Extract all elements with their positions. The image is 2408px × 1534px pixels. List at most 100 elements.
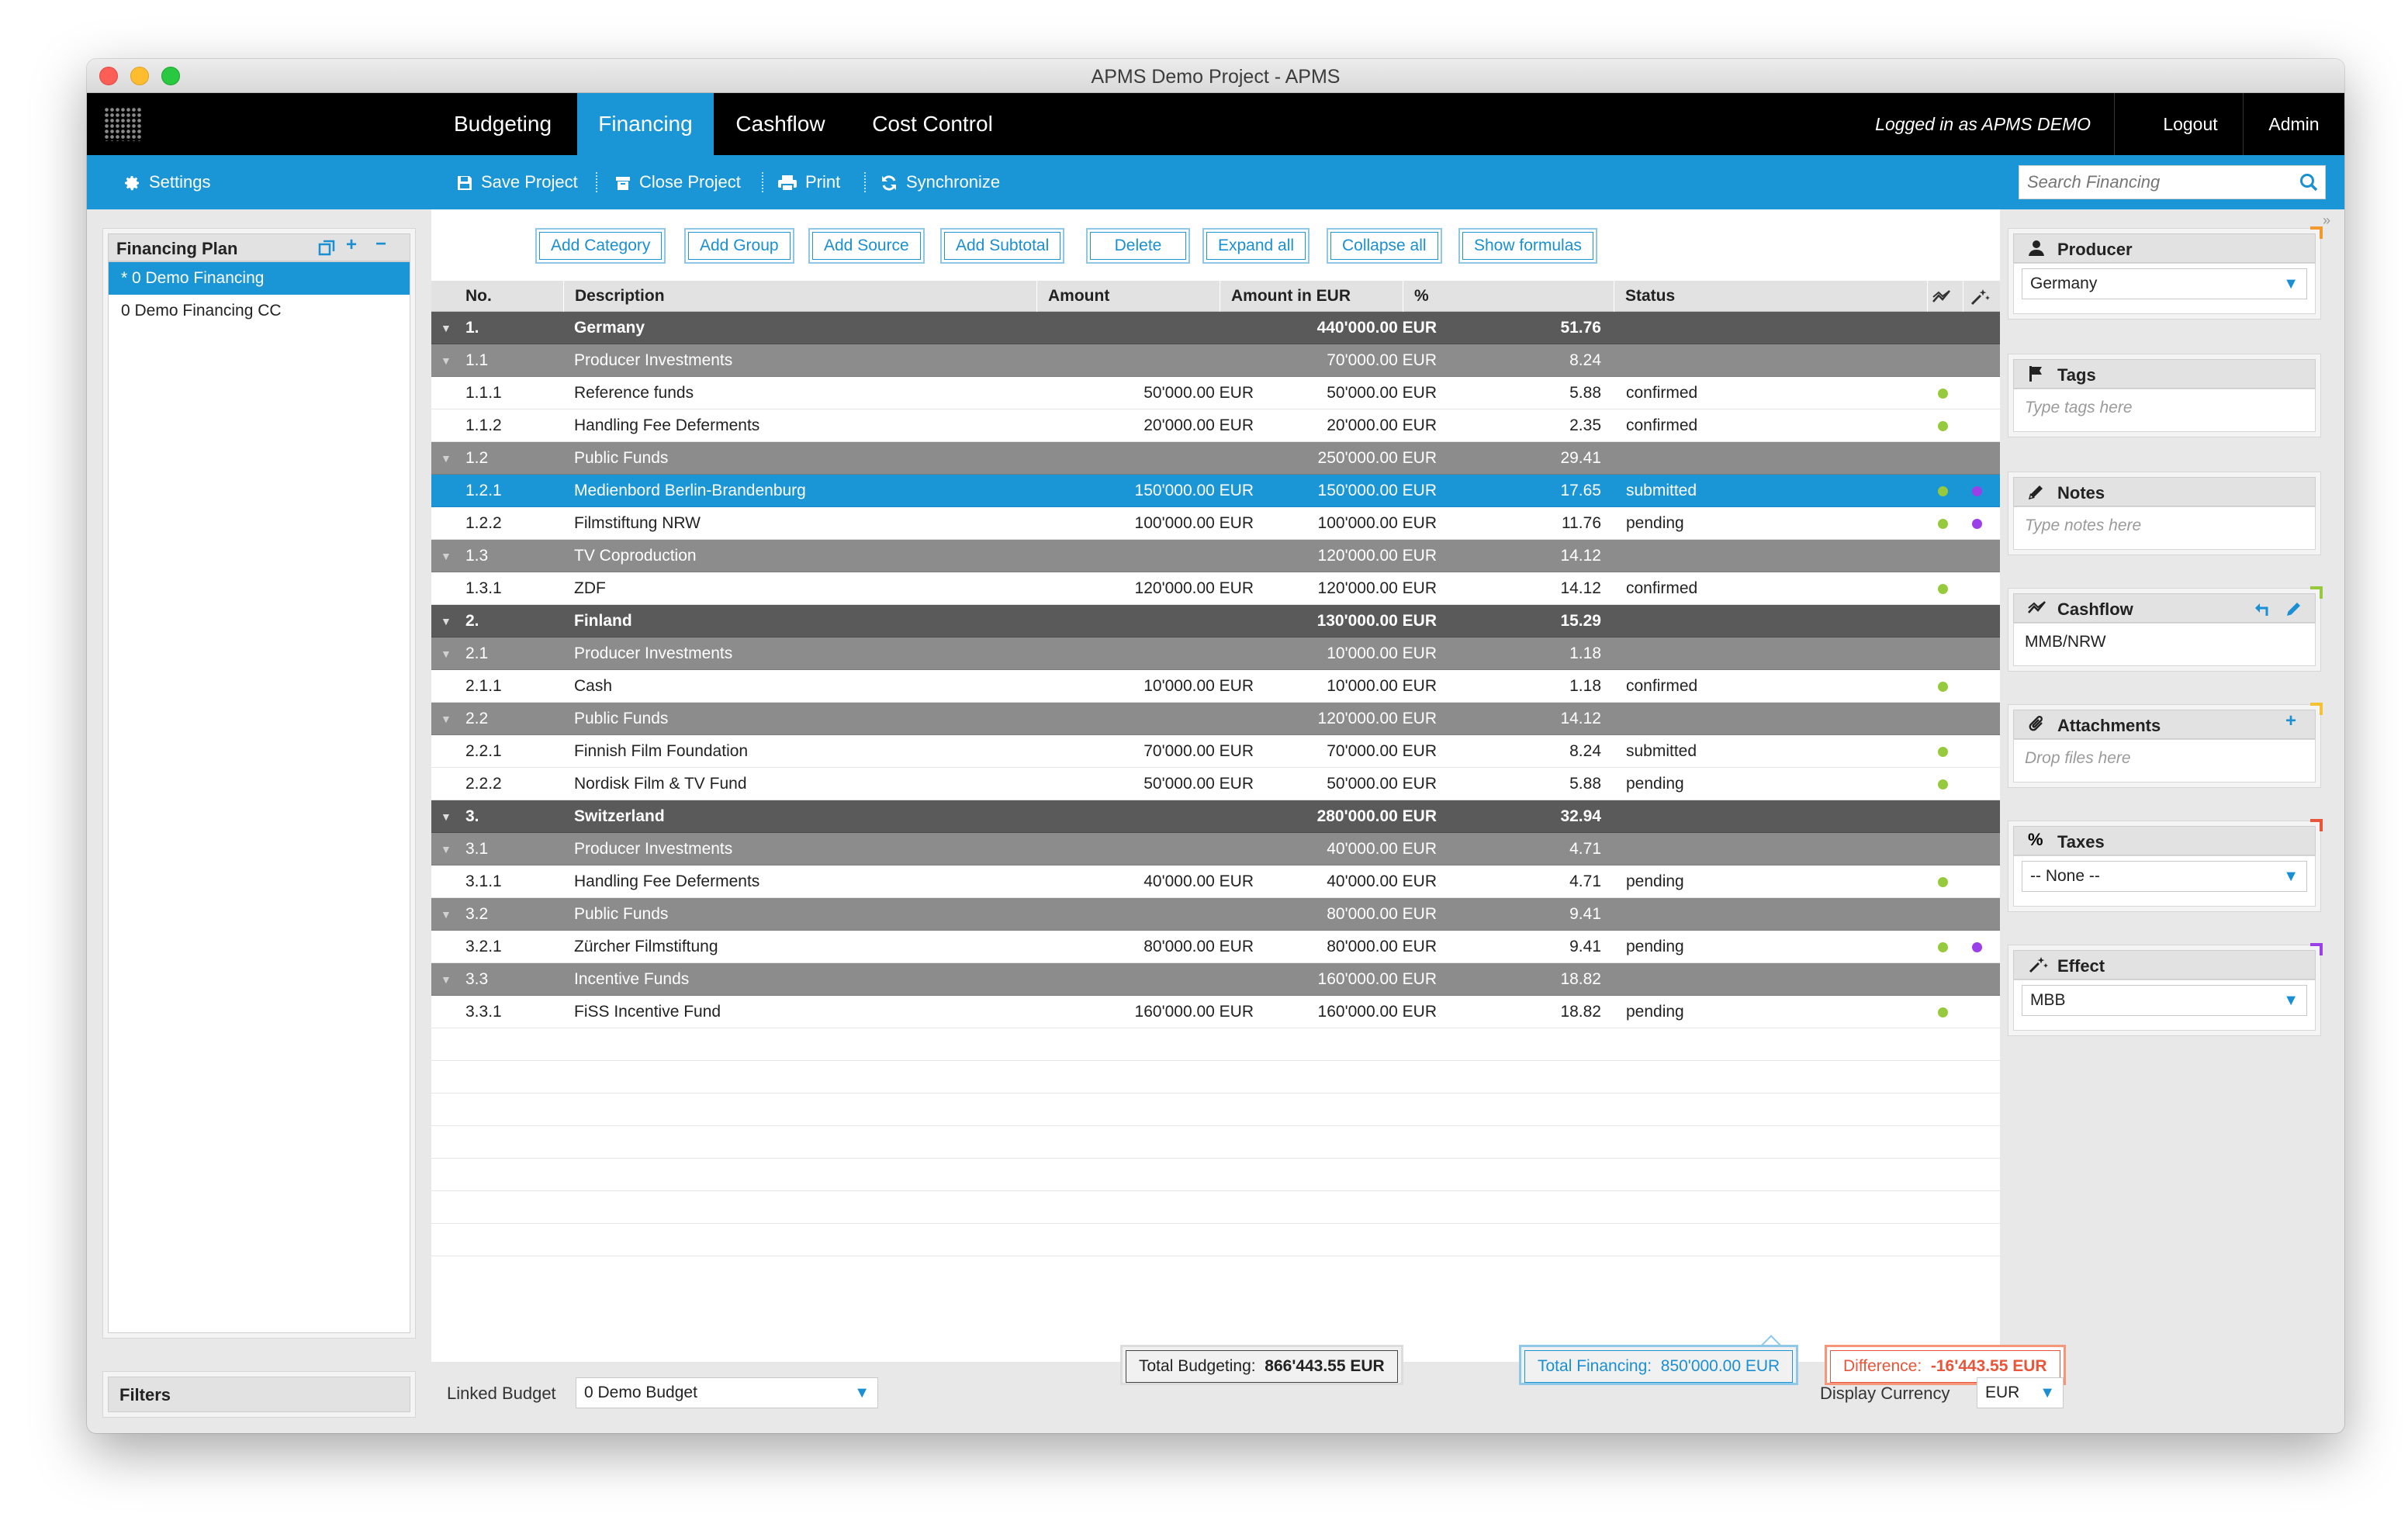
effect-body: MBB ▼ [2013, 979, 2316, 1031]
table-row[interactable]: ▼ 3.1 Producer Investments 40'000.00 EUR 4.7… [431, 833, 2000, 865]
table-row[interactable]: 2.2.1 Finnish Film Foundation 70'000.00 EU… [431, 735, 2000, 768]
synchronize-button[interactable]: Synchronize [880, 155, 1000, 209]
table-row[interactable]: ▼ 1.1 Producer Investments 70'000.00 EUR 8.2… [431, 344, 2000, 377]
add-subtotal-button[interactable]: Add Subtotal [940, 228, 1065, 264]
table-row[interactable]: ▼ 1. Germany 440'000.00 EUR 51.76 [431, 312, 2000, 344]
table-row[interactable]: 3.2.1 Zürcher Filmstiftung 80'000.00 EUR 80… [431, 931, 2000, 963]
add-group-button[interactable]: Add Group [684, 228, 794, 264]
expand-toggle-icon[interactable]: ▼ [441, 963, 456, 996]
column-header-effect[interactable] [1963, 281, 2000, 312]
add-source-button[interactable]: Add Source [808, 228, 925, 264]
close-project-button[interactable]: Close Project [614, 155, 741, 209]
table-row[interactable]: ▼ 2.1 Producer Investments 10'000.00 EUR 1.1… [431, 637, 2000, 670]
taxes-select[interactable]: -- None -- ▼ [2022, 861, 2307, 892]
table-row[interactable]: 1.2.2 Filmstiftung NRW 100'000.00 EUR 100'0… [431, 507, 2000, 540]
app-logo-icon[interactable] [104, 107, 143, 141]
table-row[interactable]: ▼ 1.3 TV Coproduction 120'000.00 EUR 14.12 [431, 540, 2000, 572]
column-header-cashflow[interactable] [1927, 281, 1963, 312]
row-description: Germany [574, 319, 645, 337]
column-header-amount[interactable]: Amount [1036, 281, 1220, 312]
logged-in-label: Logged in as APMS DEMO [1875, 93, 2115, 155]
row-amount-eur: 100'000.00 EUR [1317, 514, 1437, 532]
expand-toggle-icon[interactable]: ▼ [441, 540, 456, 572]
linked-budget-select[interactable]: 0 Demo Budget ▼ [576, 1377, 878, 1408]
row-amount [1044, 605, 1254, 637]
producer-select[interactable]: Germany ▼ [2022, 268, 2307, 299]
row-amount: 50'000.00 EUR [1143, 775, 1254, 793]
show-formulas-button[interactable]: Show formulas [1458, 228, 1597, 264]
column-header-status[interactable]: Status [1614, 281, 1927, 312]
table-row[interactable]: 1.1.1 Reference funds 50'000.00 EUR 50'000.… [431, 377, 2000, 409]
grid-body: ▼ 1. Germany 440'000.00 EUR 51.76 ▼ 1.1 Produce… [431, 312, 2000, 1256]
expand-toggle-icon[interactable]: ▼ [441, 344, 456, 377]
search-icon[interactable] [2299, 172, 2319, 192]
table-row[interactable]: ▼ 2.2 Public Funds 120'000.00 EUR 14.12 [431, 703, 2000, 735]
copy-icon[interactable] [318, 240, 335, 257]
table-row[interactable]: 2.1.1 Cash 10'000.00 EUR 10'000.00 EUR 1.18 c… [431, 670, 2000, 703]
tab-cost-control[interactable]: Cost Control [847, 93, 1018, 155]
attachments-dropzone[interactable]: Drop files here [2013, 739, 2316, 783]
expand-toggle-icon[interactable]: ▼ [441, 637, 456, 670]
table-row[interactable]: ▼ 3.3 Incentive Funds 160'000.00 EUR 18.82 [431, 963, 2000, 996]
table-row[interactable]: ▼ 3.2 Public Funds 80'000.00 EUR 9.41 [431, 898, 2000, 931]
save-project-button[interactable]: Save Project [456, 155, 578, 209]
table-row[interactable]: 3.3.1 FiSS Incentive Fund 160'000.00 EUR 16… [431, 996, 2000, 1028]
filters-panel[interactable]: Filters [102, 1371, 416, 1418]
row-percent: 32.94 [1560, 807, 1601, 825]
column-header-percent[interactable]: % [1403, 281, 1614, 312]
collapse-right-panel-icon[interactable]: » [2323, 212, 2330, 229]
row-description: Producer Investments [574, 644, 733, 662]
cashflow-status-dot [1938, 942, 1948, 952]
expand-toggle-icon[interactable]: ▼ [441, 312, 456, 344]
undo-icon[interactable] [2254, 600, 2271, 617]
column-header-description[interactable]: Description [563, 281, 1036, 312]
row-amount: 50'000.00 EUR [1143, 384, 1254, 402]
tab-budgeting[interactable]: Budgeting [434, 93, 571, 155]
row-description: Cash [574, 677, 613, 695]
print-icon [778, 175, 797, 192]
logout-button[interactable]: Logout [2138, 93, 2244, 155]
row-status: confirmed [1626, 579, 1698, 597]
delete-button[interactable]: Delete [1086, 228, 1190, 264]
table-row[interactable]: ▼ 1.2 Public Funds 250'000.00 EUR 29.41 [431, 442, 2000, 475]
row-status [1626, 703, 1766, 735]
expand-all-button[interactable]: Expand all [1202, 228, 1310, 264]
plus-icon[interactable]: + [346, 234, 357, 256]
tab-cashflow[interactable]: Cashflow [714, 93, 847, 155]
edit-pencil-icon[interactable] [2285, 600, 2302, 617]
column-header-amount-eur[interactable]: Amount in EUR [1220, 281, 1403, 312]
table-row[interactable]: ▼ 2. Finland 130'000.00 EUR 15.29 [431, 605, 2000, 637]
financing-plan-item[interactable]: 0 Demo Financing CC [109, 295, 410, 327]
add-category-button[interactable]: Add Category [535, 228, 666, 264]
expand-toggle-icon[interactable]: ▼ [441, 898, 456, 931]
settings-button[interactable]: Settings [123, 155, 211, 209]
table-row[interactable]: ▼ 3. Switzerland 280'000.00 EUR 32.94 [431, 800, 2000, 833]
table-row[interactable]: 2.2.2 Nordisk Film & TV Fund 50'000.00 EUR… [431, 768, 2000, 800]
table-row[interactable]: 1.2.1 Medienbord Berlin-Brandenburg 150'00… [431, 475, 2000, 507]
notes-body[interactable]: Type notes here [2013, 506, 2316, 550]
effect-select[interactable]: MBB ▼ [2022, 985, 2307, 1016]
add-attachment-icon[interactable]: + [2285, 710, 2296, 732]
admin-button[interactable]: Admin [2244, 93, 2344, 155]
column-header-no[interactable]: No. [455, 281, 563, 312]
print-button[interactable]: Print [777, 155, 840, 209]
minus-icon[interactable]: − [375, 233, 386, 255]
row-status: pending [1626, 872, 1684, 890]
expand-toggle-icon[interactable]: ▼ [441, 703, 456, 735]
tags-body[interactable]: Type tags here [2013, 389, 2316, 432]
row-percent: 11.76 [1562, 514, 1601, 532]
display-currency-select[interactable]: EUR ▼ [1977, 1377, 2064, 1408]
collapse-all-button[interactable]: Collapse all [1327, 228, 1442, 264]
expand-toggle-icon[interactable]: ▼ [441, 442, 456, 475]
table-row[interactable]: 3.1.1 Handling Fee Deferments 40'000.00 EU… [431, 865, 2000, 898]
financing-plan-item[interactable]: * 0 Demo Financing [109, 262, 410, 295]
expand-toggle-icon[interactable]: ▼ [441, 605, 456, 637]
expand-toggle-icon[interactable]: ▼ [441, 800, 456, 833]
tab-financing[interactable]: Financing [577, 93, 714, 155]
table-row[interactable]: 1.1.2 Handling Fee Deferments 20'000.00 EU… [431, 409, 2000, 442]
row-amount [1044, 703, 1254, 735]
table-row[interactable]: 1.3.1 ZDF 120'000.00 EUR 120'000.00 EUR 14.1… [431, 572, 2000, 605]
cashflow-icon [1932, 290, 1950, 302]
search-input[interactable] [2019, 166, 2283, 199]
expand-toggle-icon[interactable]: ▼ [441, 833, 456, 865]
